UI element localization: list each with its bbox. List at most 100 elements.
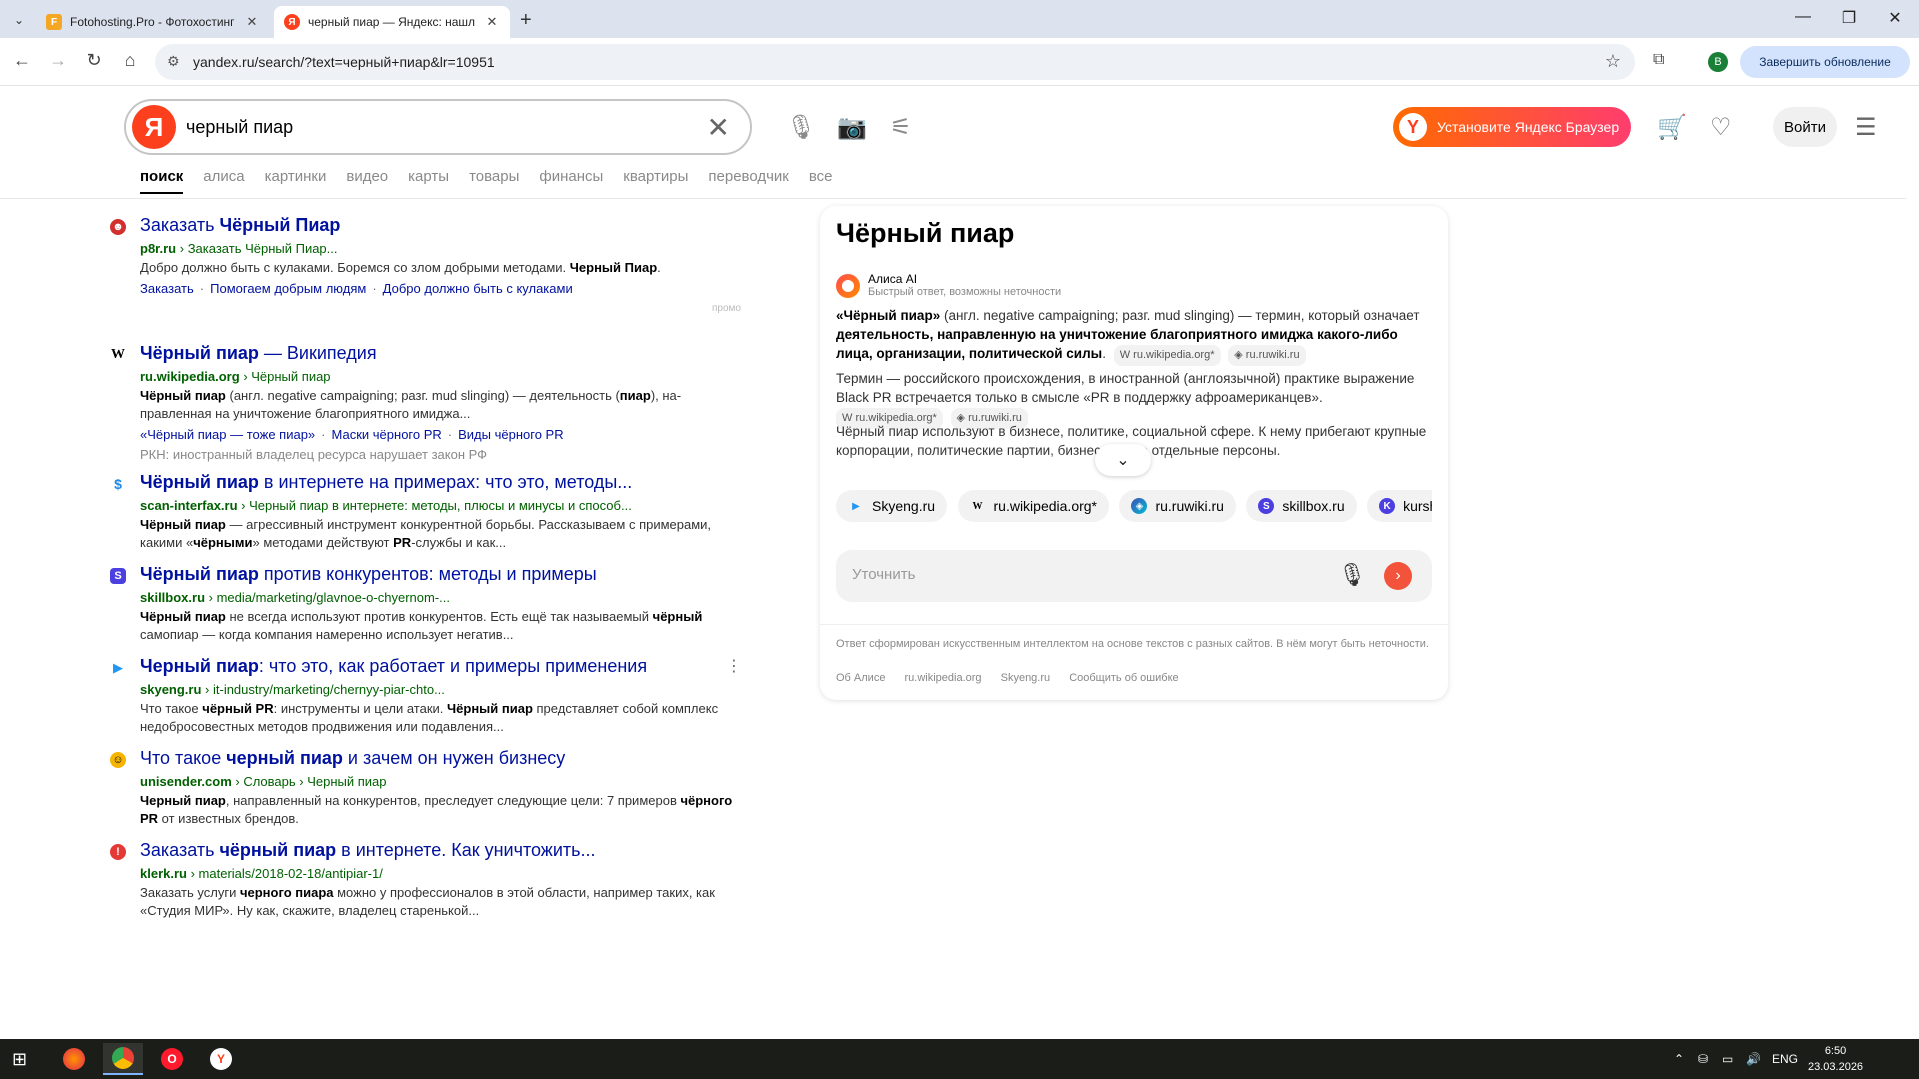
tab-apartments[interactable]: квартиры — [623, 168, 688, 194]
cart-icon[interactable]: 🛒 — [1657, 113, 1687, 142]
taskbar-opera[interactable]: O — [152, 1043, 192, 1075]
result-url[interactable]: unisender.com › Словарь › Черный пиар — [140, 774, 387, 789]
result-url[interactable]: ru.wikipedia.org › Чёрный пиар — [140, 369, 331, 384]
tab-products[interactable]: товары — [469, 168, 519, 194]
address-bar[interactable]: ⚙ yandex.ru/search/?text=черный+пиар&lr=… — [155, 44, 1635, 80]
url-text[interactable]: yandex.ru/search/?text=черный+пиар&lr=10… — [193, 54, 495, 70]
source-chip-skillbox[interactable]: Sskillbox.ru — [1246, 490, 1357, 522]
source-chip-wikipedia[interactable]: Wru.wikipedia.org* — [957, 490, 1109, 522]
tab-search[interactable]: поиск — [140, 168, 184, 194]
camera-search-icon[interactable]: 📷 — [837, 113, 867, 142]
source-chip-skyeng[interactable]: ▶ Skyeng.ru — [836, 490, 948, 522]
source-chip-ruwiki[interactable]: ◈ ru.ruwiki.ru — [1119, 490, 1236, 522]
tab-all[interactable]: все — [809, 168, 833, 194]
close-tab-icon[interactable]: ✕ — [244, 14, 260, 30]
result-url[interactable]: skillbox.ru › media/marketing/glavnoe-o-… — [140, 590, 450, 605]
back-icon[interactable]: ← — [10, 50, 34, 71]
result-title[interactable]: Заказать чёрный пиар в интернете. Как ун… — [140, 840, 596, 861]
klerk-favicon-icon: ! — [110, 844, 126, 860]
extensions-icon[interactable]: ⧉ — [1653, 51, 1664, 69]
result-title[interactable]: Чёрный пиар в интернете на примерах: что… — [140, 472, 632, 493]
sitelink[interactable]: Добро должно быть с кулаками — [383, 281, 573, 296]
result-title[interactable]: Что такое черный пиар и зачем он нужен б… — [140, 748, 565, 769]
result-title[interactable]: Черный пиар: что это, как работает и при… — [140, 656, 647, 677]
result-title[interactable]: Чёрный пиар против конкурентов: методы и… — [140, 564, 597, 585]
tab-images[interactable]: картинки — [265, 168, 327, 194]
sitelink[interactable]: Заказать — [140, 281, 194, 296]
sitelink[interactable]: Виды чёрного PR — [458, 427, 563, 442]
more-options-icon[interactable]: ⋮ — [726, 656, 742, 676]
source-chip-kurshub[interactable]: Kkurshub.ru — [1367, 490, 1432, 522]
yandex-favicon-icon: Я — [284, 14, 300, 30]
new-tab-icon[interactable]: + — [520, 9, 532, 32]
result-url[interactable]: scan-interfax.ru › Черный пиар в интерне… — [140, 498, 632, 513]
forward-icon[interactable]: → — [46, 50, 70, 71]
wikipedia-link[interactable]: ru.wikipedia.org — [905, 672, 982, 684]
restore-icon[interactable]: ❐ — [1826, 8, 1872, 28]
language-indicator[interactable]: ENG — [1772, 1052, 1798, 1066]
rkn-warning: РКН: иностранный владелец ресурса наруша… — [140, 447, 488, 462]
taskbar-chrome[interactable] — [103, 1043, 143, 1075]
promo-label: промо — [712, 303, 741, 314]
firefox-icon — [63, 1048, 85, 1070]
result-title[interactable]: Заказать Чёрный Пиар — [140, 215, 340, 236]
send-arrow-icon[interactable]: › — [1384, 562, 1412, 590]
tab-search-button[interactable]: ⌄ — [8, 9, 30, 31]
sitelink[interactable]: Помогаем добрым людям — [210, 281, 366, 296]
result-url[interactable]: p8r.ru › Заказать Чёрный Пиар... — [140, 241, 338, 256]
window-close-icon[interactable]: ✕ — [1872, 8, 1918, 28]
panel-title: Чёрный пиар — [836, 218, 1015, 248]
sitelink[interactable]: Маски чёрного PR — [332, 427, 442, 442]
windows-start-icon[interactable]: ⊞ — [12, 1049, 27, 1070]
install-browser-button[interactable]: Y Установите Яндекс Браузер — [1393, 107, 1631, 147]
result-url[interactable]: skyeng.ru › it-industry/marketing/cherny… — [140, 682, 445, 697]
bookmark-star-icon[interactable]: ☆ — [1605, 51, 1621, 72]
result-snippet: Чёрный пиар (англ. negative campaigning;… — [140, 388, 682, 421]
menu-icon[interactable]: ☰ — [1855, 113, 1877, 142]
yandex-logo-icon[interactable]: Я — [132, 105, 176, 149]
source-chip[interactable]: W ru.wikipedia.org* — [1113, 345, 1221, 366]
search-box[interactable]: Я черный пиар ✕ — [124, 99, 752, 155]
taskbar-yandex-browser[interactable]: Y — [201, 1043, 241, 1075]
close-tab-icon[interactable]: ✕ — [484, 14, 500, 30]
tab-translator[interactable]: переводчик — [708, 168, 788, 194]
source-chip[interactable]: ◈ ru.ruwiki.ru — [1228, 345, 1306, 366]
microphone-icon[interactable]: 🎙 — [786, 113, 816, 142]
search-input[interactable]: черный пиар — [186, 117, 293, 138]
refine-input[interactable]: Уточнить 🎙 › — [836, 550, 1432, 602]
tray-expand-icon[interactable]: ⌃ — [1674, 1052, 1684, 1066]
volume-icon[interactable]: 🔊 — [1746, 1052, 1761, 1066]
tab-fotohosting[interactable]: F Fotohosting.Pro - Фотохостинг ✕ — [36, 6, 270, 38]
p8r-favicon-icon: ☻ — [110, 219, 126, 235]
tab-finance[interactable]: финансы — [539, 168, 603, 194]
filters-icon[interactable]: ⚟ — [890, 113, 912, 142]
result-title[interactable]: Чёрный пиар — Википедия — [140, 343, 377, 364]
reload-icon[interactable]: ↻ — [82, 50, 106, 71]
favorites-heart-icon[interactable]: ♡ — [1710, 113, 1732, 142]
clear-search-icon[interactable]: ✕ — [707, 111, 730, 144]
minimize-icon[interactable]: — — [1780, 8, 1826, 26]
network-icon[interactable]: ▭ — [1722, 1052, 1733, 1066]
report-error-link[interactable]: Сообщить об ошибке — [1069, 672, 1178, 684]
taskbar-firefox[interactable] — [54, 1043, 94, 1075]
expand-answer-icon[interactable]: ⌄ — [1095, 444, 1151, 476]
sitelink[interactable]: «Чёрный пиар — тоже пиар» — [140, 427, 315, 442]
tab-maps[interactable]: карты — [408, 168, 449, 194]
profile-avatar[interactable]: В — [1708, 52, 1728, 72]
refine-placeholder[interactable]: Уточнить — [852, 566, 915, 583]
refine-microphone-icon[interactable]: 🎙 — [1338, 562, 1366, 588]
tab-video[interactable]: видео — [346, 168, 388, 194]
tray-app-icon[interactable]: ⛁ — [1698, 1052, 1708, 1066]
result-sitelinks: «Чёрный пиар — тоже пиар» · Маски чёрного … — [140, 427, 564, 442]
update-button[interactable]: Завершить обновление — [1740, 46, 1910, 78]
home-icon[interactable]: ⌂ — [118, 50, 142, 71]
result-url[interactable]: klerk.ru › materials/2018-02-18/antipiar… — [140, 866, 383, 881]
taskbar-clock[interactable]: 6:50 23.03.2026 — [1808, 1043, 1863, 1075]
skyeng-link[interactable]: Skyeng.ru — [1001, 672, 1051, 684]
tab-yandex-search[interactable]: Я черный пиар — Яндекс: нашл ✕ — [274, 6, 510, 38]
login-button[interactable]: Войти — [1773, 107, 1837, 147]
site-info-icon[interactable]: ⚙ — [167, 53, 180, 70]
alisa-name: Алиса AI — [868, 272, 918, 286]
about-alisa-link[interactable]: Об Алисе — [836, 672, 885, 684]
tab-alisa[interactable]: алиса — [203, 168, 244, 194]
